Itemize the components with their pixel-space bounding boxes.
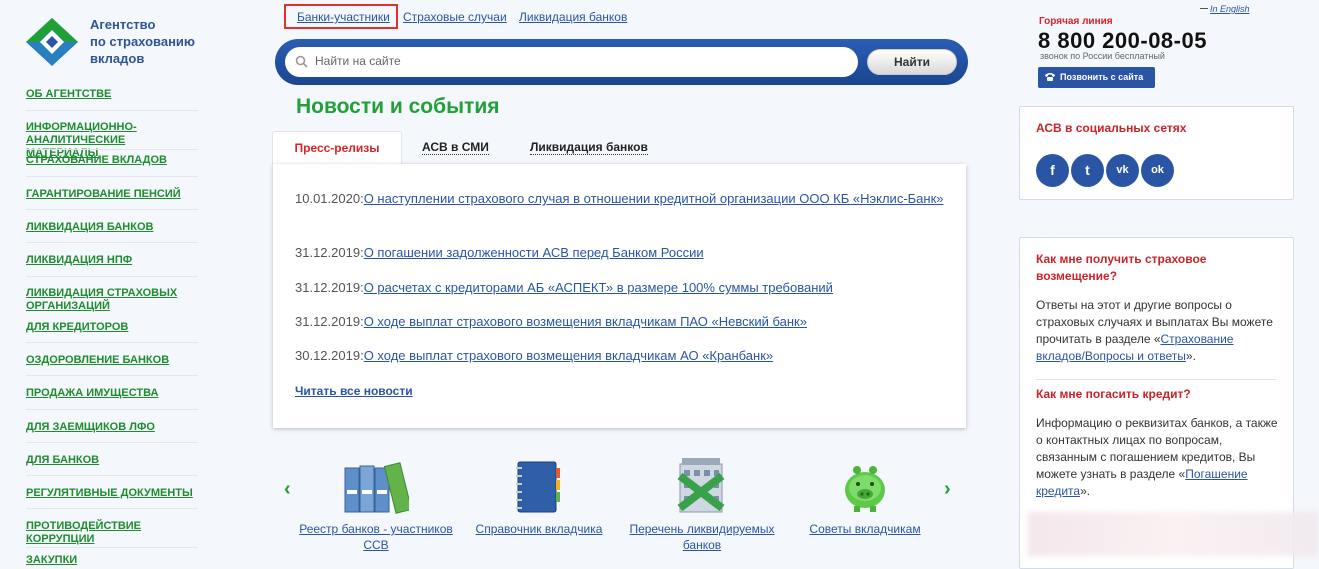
phone-icon bbox=[1045, 73, 1055, 81]
news-link[interactable]: О ходе выплат страхового возмещения вкла… bbox=[364, 314, 807, 329]
news-link[interactable]: О наступлении страхового случая в отноше… bbox=[364, 191, 944, 206]
nav-deposit-insurance[interactable]: СТРАХОВАНИЕ ВКЛАДОВ bbox=[26, 154, 167, 167]
folders-icon[interactable] bbox=[343, 460, 413, 519]
nav-regulatory-docs[interactable]: РЕГУЛЯТИВНЫЕ ДОКУМЕНТЫ bbox=[26, 487, 193, 500]
news-link[interactable]: О расчетах с кредиторами АБ «АСПЕКТ» в р… bbox=[364, 280, 833, 295]
tab-bank-liquidation[interactable]: Ликвидация банков bbox=[530, 131, 648, 165]
top-link-insurance-cases[interactable]: Страховые случаи bbox=[403, 10, 507, 24]
divider bbox=[1200, 8, 1208, 9]
news-date: 30.12.2019: bbox=[295, 348, 364, 363]
nav-procurement[interactable]: ЗАКУПКИ bbox=[26, 554, 77, 567]
blurred-overlay bbox=[1028, 512, 1318, 556]
nav-pension-guarantee[interactable]: ГАРАНТИРОВАНИЕ ПЕНСИЙ bbox=[26, 188, 181, 201]
chevron-right-icon[interactable]: › bbox=[944, 478, 951, 501]
nav-property-sale[interactable]: ПРОДАЖА ИМУЩЕСТВА bbox=[26, 387, 158, 400]
nav-creditors[interactable]: ДЛЯ КРЕДИТОРОВ bbox=[26, 321, 128, 334]
news-date: 31.12.2019: bbox=[295, 245, 364, 260]
news-item: 30.12.2019:О ходе выплат страхового возм… bbox=[295, 346, 945, 366]
faq-answer: Ответы на этот и другие вопросы о страхо… bbox=[1036, 298, 1273, 363]
news-panel: 10.01.2020:О наступлении страхового случ… bbox=[273, 164, 966, 428]
search-icon bbox=[295, 55, 308, 68]
asv-logo-icon bbox=[26, 18, 78, 66]
news-link[interactable]: О погашении задолженности АСВ перед Банк… bbox=[364, 245, 704, 260]
carousel-label[interactable]: Реестр банков - участников ССВ bbox=[297, 521, 455, 553]
nav-lfo-borrowers[interactable]: ДЛЯ ЗАЕМЩИКОВ ЛФО bbox=[26, 421, 155, 434]
tab-press-releases[interactable]: Пресс-релизы bbox=[272, 131, 402, 165]
search-bar: Найти на сайте Найти bbox=[275, 39, 968, 85]
twitter-icon[interactable]: t bbox=[1071, 154, 1104, 187]
chevron-left-icon[interactable]: ‹ bbox=[284, 478, 291, 501]
news-title: Новости и события bbox=[296, 95, 500, 118]
carousel-label[interactable]: Справочник вкладчика bbox=[472, 521, 606, 537]
faq-question: Как мне погасить кредит? bbox=[1036, 387, 1191, 401]
nav-insurance-liquidation[interactable]: ЛИКВИДАЦИЯ СТРАХОВЫХ ОРГАНИЗАЦИЙ bbox=[26, 287, 186, 313]
nav-bank-recovery[interactable]: ОЗДОРОВЛЕНИЕ БАНКОВ bbox=[26, 354, 169, 367]
notebook-icon[interactable] bbox=[514, 460, 562, 519]
top-link-bank-liquidation[interactable]: Ликвидация банков bbox=[519, 10, 627, 24]
hotline-label: Горячая линия bbox=[1039, 16, 1113, 27]
faq-answer: Информацию о реквизитах банков, а также … bbox=[1036, 416, 1278, 498]
tab-asv-in-media[interactable]: АСВ в СМИ bbox=[422, 131, 489, 165]
news-date: 31.12.2019: bbox=[295, 280, 364, 295]
nav-for-banks[interactable]: ДЛЯ БАНКОВ bbox=[26, 454, 99, 467]
carousel-label[interactable]: Перечень ликвидируемых банков bbox=[626, 521, 778, 553]
read-all-news-link[interactable]: Читать все новости bbox=[295, 384, 413, 398]
call-from-site-button[interactable]: Позвонить с сайта bbox=[1038, 67, 1155, 88]
top-link-participant-banks[interactable]: Банки-участники bbox=[297, 10, 390, 24]
carousel-label[interactable]: Советы вкладчикам bbox=[806, 521, 924, 537]
nav-about[interactable]: ОБ АГЕНТСТВЕ bbox=[26, 88, 111, 101]
news-item: 31.12.2019:О расчетах с кредиторами АБ «… bbox=[295, 278, 945, 298]
logo-text: Агентство по страхованию вкладов bbox=[90, 17, 196, 66]
facebook-icon[interactable]: f bbox=[1036, 154, 1069, 187]
english-version-link[interactable]: In English bbox=[1210, 4, 1250, 14]
closed-bank-icon[interactable] bbox=[676, 456, 726, 519]
news-date: 10.01.2020: bbox=[295, 191, 364, 206]
odnoklassniki-icon[interactable]: ok bbox=[1141, 154, 1174, 187]
vk-icon[interactable]: vk bbox=[1106, 154, 1139, 187]
news-item: 10.01.2020:О наступлении страхового случ… bbox=[295, 189, 945, 209]
news-link[interactable]: О ходе выплат страхового возмещения вкла… bbox=[364, 348, 773, 363]
news-date: 31.12.2019: bbox=[295, 314, 364, 329]
nav-bank-liquidation[interactable]: ЛИКВИДАЦИЯ БАНКОВ bbox=[26, 221, 153, 234]
social-title: АСВ в социальных сетях bbox=[1036, 121, 1187, 135]
faq-question: Как мне получить страховое возмещение? bbox=[1036, 252, 1207, 283]
search-input[interactable]: Найти на сайте bbox=[285, 47, 858, 77]
search-button[interactable]: Найти bbox=[867, 49, 957, 75]
asv-logo[interactable]: Агентство по страхованию вкладов bbox=[24, 14, 224, 70]
hotline-note: звонок по России бесплатный bbox=[1040, 51, 1165, 61]
news-item: 31.12.2019:О ходе выплат страхового возм… bbox=[295, 312, 945, 332]
divider bbox=[1036, 379, 1276, 380]
search-placeholder: Найти на сайте bbox=[315, 54, 401, 68]
nav-anti-corruption[interactable]: ПРОТИВОДЕЙСТВИЕ КОРРУПЦИИ bbox=[26, 520, 176, 546]
news-item: 31.12.2019:О погашении задолженности АСВ… bbox=[295, 243, 945, 263]
piggy-bank-icon[interactable] bbox=[841, 462, 889, 519]
nav-npf-liquidation[interactable]: ЛИКВИДАЦИЯ НПФ bbox=[26, 254, 132, 267]
